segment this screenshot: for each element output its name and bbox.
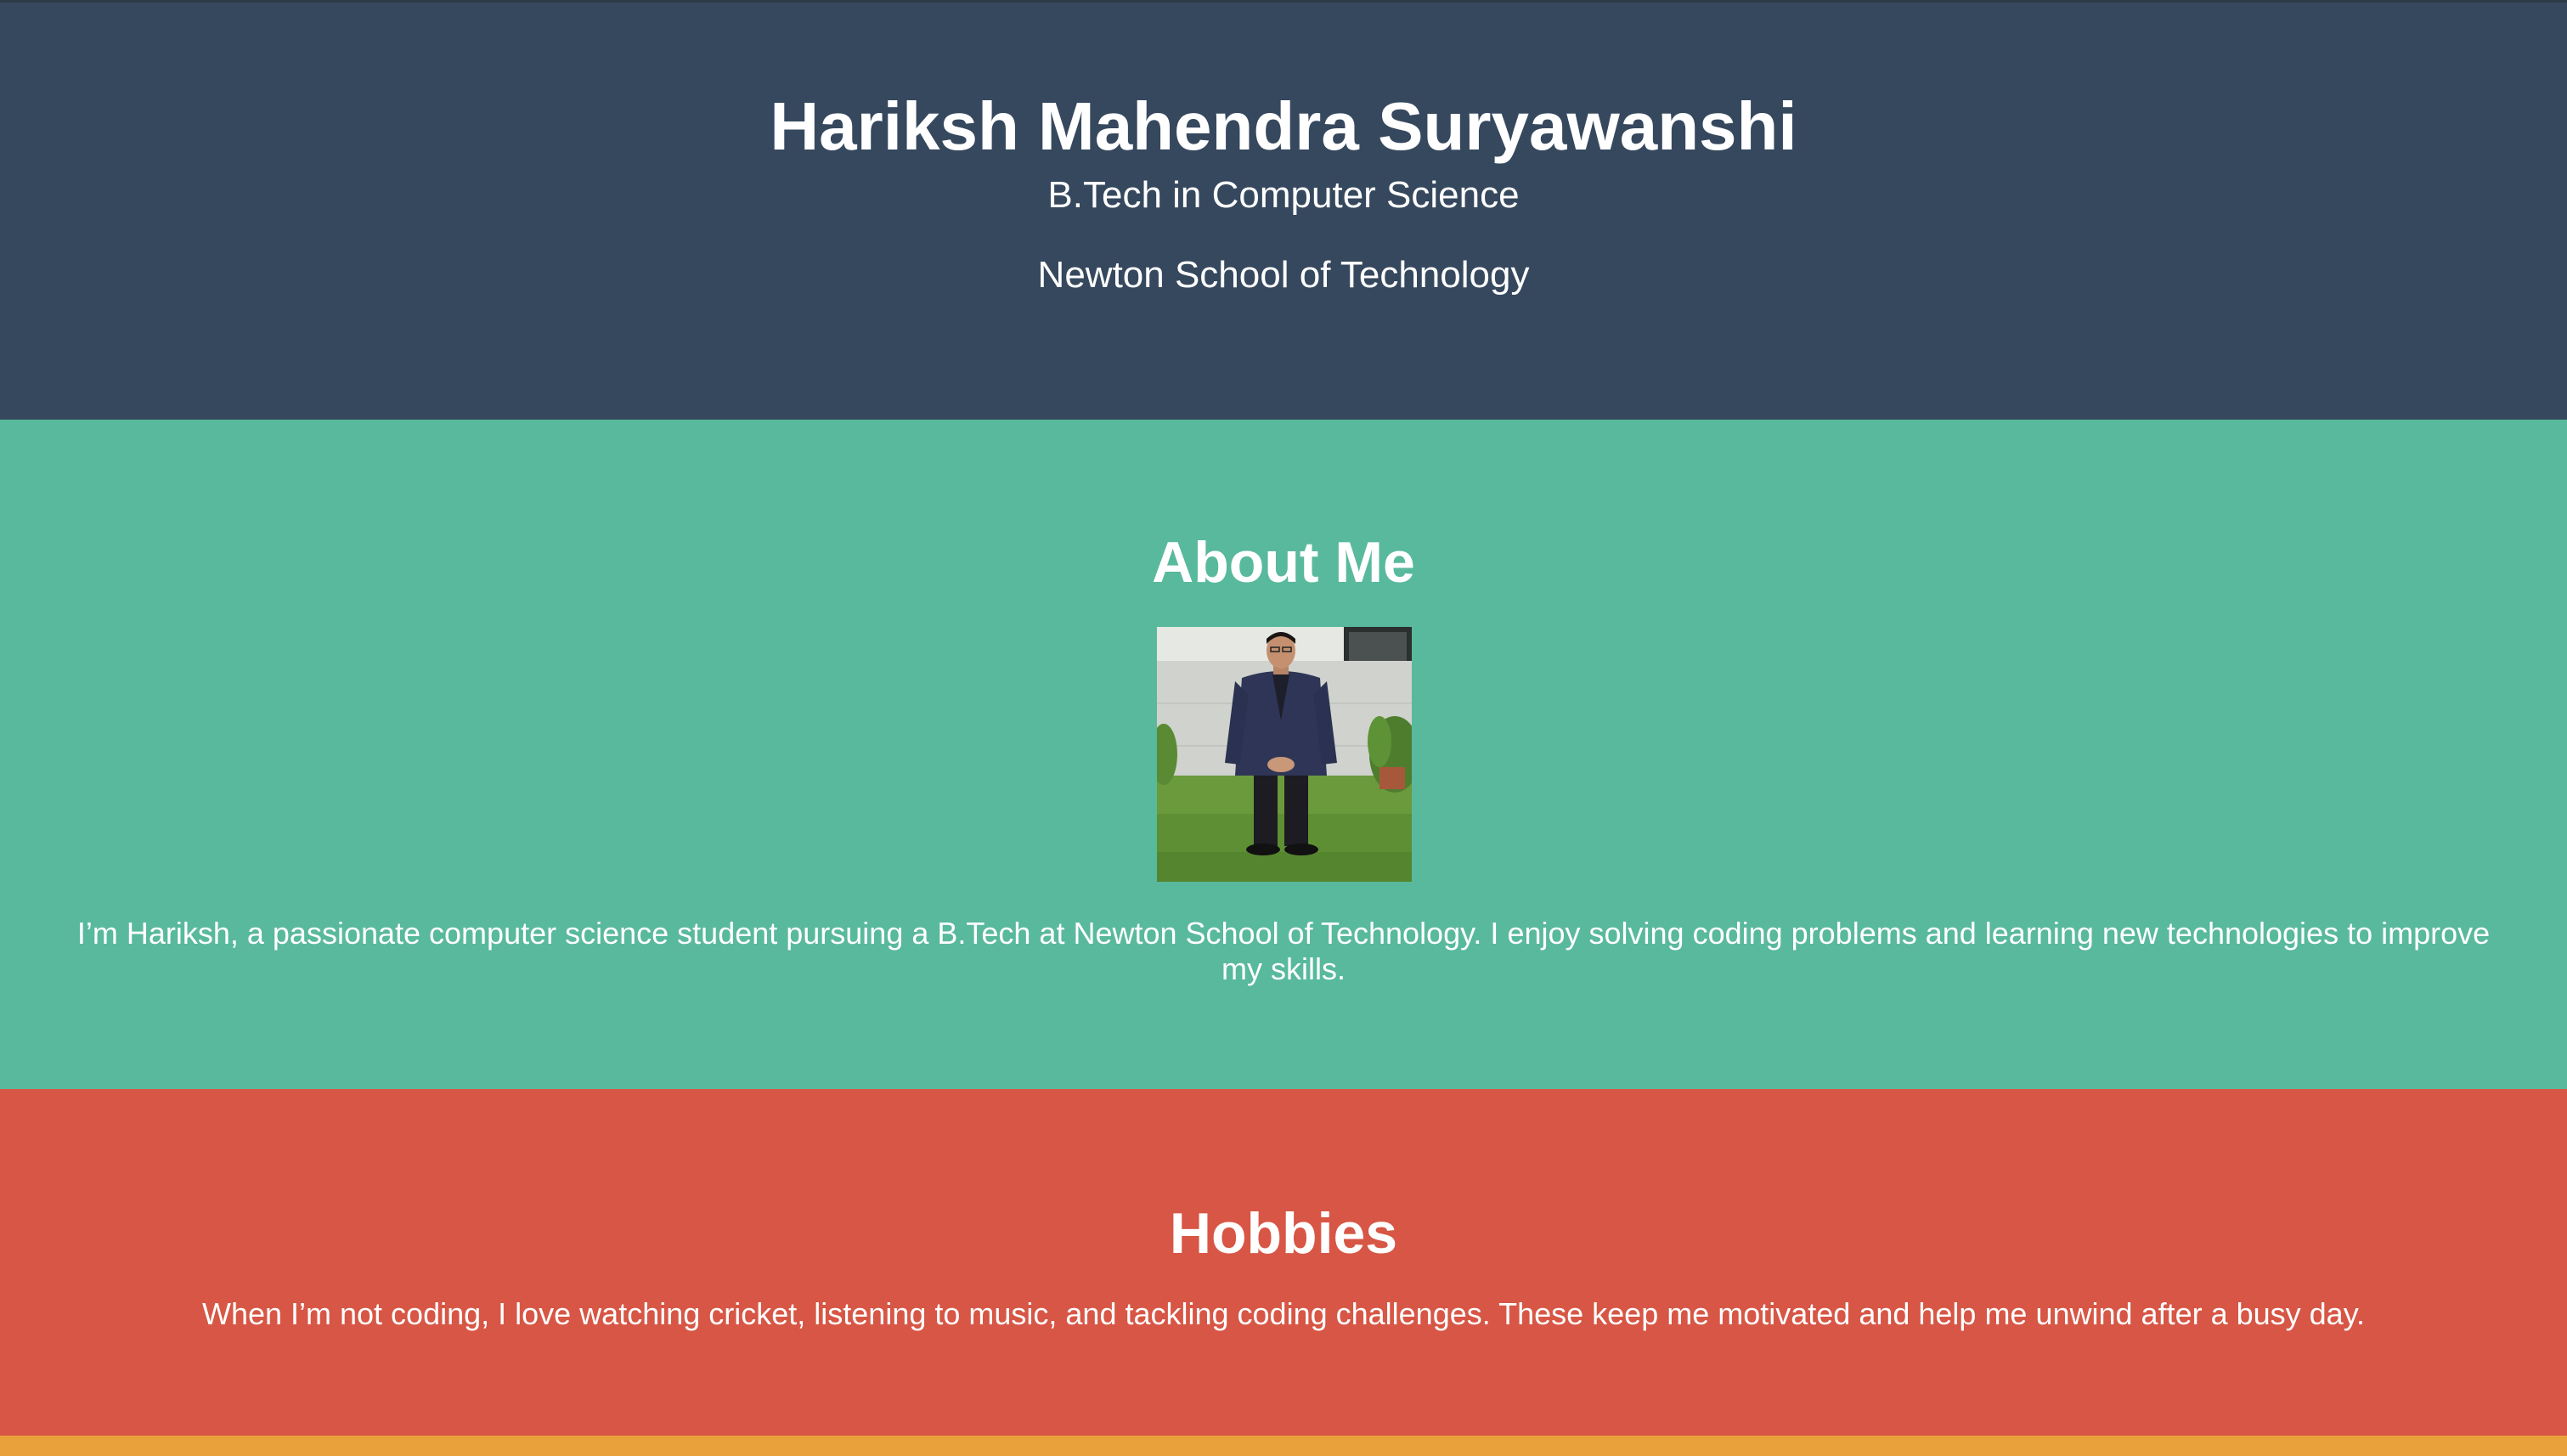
- about-section: About Me I’m Hariksh, a passionate compu…: [0, 420, 2567, 1089]
- hobbies-text: When I’m not coding, I love watching cri…: [201, 1296, 2366, 1331]
- school-text: Newton School of Technology: [1037, 254, 1530, 296]
- hobbies-section: Hobbies When I’m not coding, I love watc…: [0, 1089, 2567, 1436]
- profile-photo: [1157, 627, 1412, 882]
- name-heading: Hariksh Mahendra Suryawanshi: [770, 88, 1797, 164]
- about-heading: About Me: [1152, 530, 1415, 595]
- about-text: I’m Hariksh, a passionate computer scien…: [76, 916, 2491, 986]
- header-section: Hariksh Mahendra Suryawanshi B.Tech in C…: [0, 0, 2567, 420]
- top-border: [0, 0, 2567, 3]
- footer-strip: [0, 1436, 2567, 1456]
- degree-text: B.Tech in Computer Science: [1047, 174, 1520, 216]
- hobbies-heading: Hobbies: [1169, 1201, 1398, 1266]
